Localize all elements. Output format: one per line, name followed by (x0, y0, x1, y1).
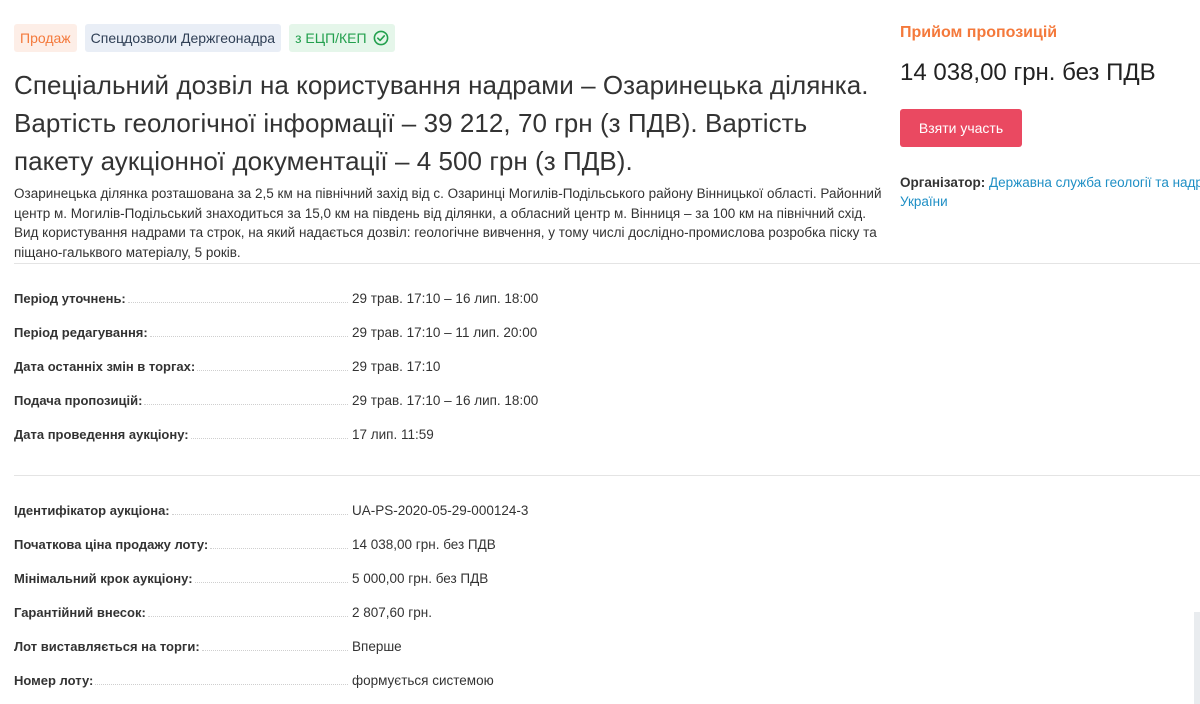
lot-main: Продаж Спецдозволи Держгеонадра з ЕЦП/КЕ… (14, 24, 884, 262)
info-list: Ідентифікатор аукціона: UA-PS-2020-05-29… (14, 493, 874, 697)
info-row: Мінімальний крок аукціону: 5 000,00 грн.… (14, 561, 874, 595)
row-value: 29 трав. 17:10 (352, 358, 441, 374)
tag-signature: з ЕЦП/КЕП (289, 24, 395, 52)
period-row: Період редагування: 29 трав. 17:10 – 11 … (14, 315, 874, 349)
row-label: Початкова ціна продажу лоту: (14, 536, 209, 552)
row-label: Ідентифікатор аукціона: (14, 502, 170, 518)
row-value: 5 000,00 грн. без ПДВ (352, 570, 489, 586)
dotted-leader (171, 513, 348, 515)
row-label: Гарантійний внесок: (14, 604, 146, 620)
periods-list: Період уточнень: 29 трав. 17:10 – 16 лип… (14, 281, 874, 451)
row-value: 29 трав. 17:10 – 11 лип. 20:00 (352, 324, 538, 340)
lot-description: Озаринецька ділянка розташована за 2,5 к… (14, 186, 882, 260)
period-row: Подача пропозицій: 29 трав. 17:10 – 16 л… (14, 383, 874, 417)
dotted-leader (201, 649, 348, 651)
row-label: Лот виставляється на торги: (14, 638, 200, 654)
scrollbar[interactable] (1194, 612, 1200, 704)
auction-status: Прийом пропозицій (900, 24, 1058, 41)
join-button[interactable]: Взяти участь (900, 109, 1022, 147)
period-row: Дата проведення аукціону: 17 лип. 11:59 (14, 417, 874, 451)
lot-title: Спеціальний дозвіл на користування надра… (14, 70, 869, 176)
info-row: Початкова ціна продажу лоту: 14 038,00 г… (14, 527, 874, 561)
period-row: Період уточнень: 29 трав. 17:10 – 16 лип… (14, 281, 874, 315)
period-row: Дата останніх змін в торгах: 29 трав. 17… (14, 349, 874, 383)
tag-list: Продаж Спецдозволи Держгеонадра з ЕЦП/КЕ… (14, 24, 884, 52)
tag-category[interactable]: Спецдозволи Держгеонадра (84, 24, 282, 52)
dotted-leader (95, 683, 348, 685)
row-value: формується системою (352, 672, 494, 688)
row-value: 29 трав. 17:10 – 16 лип. 18:00 (352, 392, 539, 408)
row-label: Період уточнень: (14, 290, 126, 306)
row-label: Номер лоту: (14, 672, 94, 688)
dotted-leader (127, 301, 348, 303)
auction-price: 14 038,00 грн. без ПДВ (900, 59, 1156, 86)
divider (14, 475, 1200, 476)
info-row: Гарантійний внесок: 2 807,60 грн. (14, 595, 874, 629)
dotted-leader (144, 403, 348, 405)
dotted-leader (197, 369, 348, 371)
tag-sale[interactable]: Продаж (14, 24, 77, 52)
row-value: 2 807,60 грн. (352, 604, 432, 620)
tag-signature-label: з ЕЦП/КЕП (295, 30, 367, 46)
dotted-leader (149, 335, 348, 337)
organizer-link-continuation[interactable]: України (900, 192, 1200, 211)
info-row: Ідентифікатор аукціона: UA-PS-2020-05-29… (14, 493, 874, 527)
auction-sidebar: Прийом пропозицій 14 038,00 грн. без ПДВ… (900, 24, 1200, 211)
organizer-label: Організатор: (900, 175, 986, 190)
row-value: 17 лип. 11:59 (352, 426, 434, 442)
dotted-leader (194, 581, 348, 583)
row-value: 14 038,00 грн. без ПДВ (352, 536, 496, 552)
info-row: Номер лоту: формується системою (14, 663, 874, 697)
divider (14, 263, 1200, 264)
row-value: UA-PS-2020-05-29-000124-3 (352, 502, 529, 518)
row-label: Мінімальний крок аукціону: (14, 570, 193, 586)
organizer: Організатор: Державна служба геології та… (900, 173, 1200, 192)
row-label: Дата проведення аукціону: (14, 426, 189, 442)
dotted-leader (190, 437, 348, 439)
info-row: Лот виставляється на торги: Вперше (14, 629, 874, 663)
row-value: 29 трав. 17:10 – 16 лип. 18:00 (352, 290, 539, 306)
row-label: Подача пропозицій: (14, 392, 143, 408)
organizer-link[interactable]: Державна служба геології та надр (989, 175, 1200, 190)
check-circle-icon (373, 30, 389, 46)
dotted-leader (147, 615, 348, 617)
row-value: Вперше (352, 638, 402, 654)
dotted-leader (210, 547, 348, 549)
row-label: Дата останніх змін в торгах: (14, 358, 196, 374)
row-label: Період редагування: (14, 324, 148, 340)
